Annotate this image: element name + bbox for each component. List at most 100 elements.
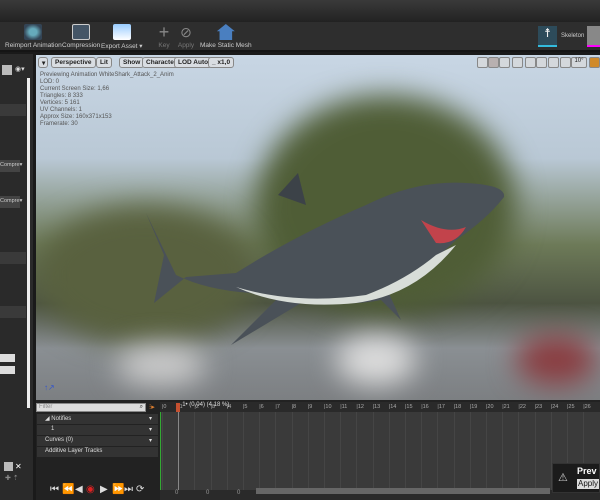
scrollbar[interactable] <box>27 78 30 408</box>
playback-speed-button[interactable]: _ x1,0 <box>208 57 235 68</box>
range-end[interactable]: 0 <box>237 490 240 496</box>
search-icon: ⌕ <box>139 404 143 410</box>
tick-label: |0 <box>162 404 167 410</box>
mesh-mode-button[interactable] <box>587 26 600 47</box>
play-reverse-button[interactable]: ◀ <box>75 484 83 495</box>
compression-dropdown-2[interactable]: Compre▾ <box>0 196 22 208</box>
gridline <box>307 412 309 490</box>
grid-icon[interactable] <box>2 65 12 75</box>
skeleton-label: Skeleton <box>561 33 585 39</box>
scale-tool-button[interactable] <box>499 57 510 68</box>
viewport-options-button[interactable]: ▾ <box>38 57 48 68</box>
track-notify-1[interactable]: 1 ▾ <box>37 425 158 435</box>
gridline <box>226 412 228 490</box>
tick-label: |15 <box>405 404 413 410</box>
tick-label: |25 <box>567 404 575 410</box>
tick-label: |24 <box>550 404 559 410</box>
move-arrows-icon[interactable]: ✚ ⇡ <box>5 474 19 482</box>
compression-dropdown[interactable]: Compre▾ <box>0 160 22 172</box>
loop-button[interactable]: ⟳ <box>136 484 144 495</box>
gridline <box>162 412 163 490</box>
skip-to-start-button[interactable]: ⏮ <box>50 484 59 495</box>
tick-label: |7 <box>275 404 280 410</box>
gridline <box>243 412 244 490</box>
surface-snap-button[interactable] <box>525 57 536 68</box>
skeleton-mode-button[interactable]: ☨ <box>538 26 557 47</box>
filter-input[interactable]: Filter ⌕ <box>36 403 146 412</box>
playhead[interactable] <box>176 403 181 412</box>
tick-label: |17 <box>437 404 445 410</box>
make-static-mesh-button[interactable]: Make Static Mesh <box>200 24 252 49</box>
close-icon[interactable]: ✕ <box>15 462 22 471</box>
lit-button[interactable]: Lit <box>96 57 112 68</box>
tick-label: |9 <box>307 404 313 410</box>
angle-snap-button[interactable] <box>560 57 571 68</box>
tick-label: |19 <box>469 404 478 410</box>
preview-notification: ⚠ Prev Apply <box>552 463 600 493</box>
record-button[interactable]: ◉ <box>86 484 95 495</box>
track-additive-layers[interactable]: Additive Layer Tracks <box>37 447 158 457</box>
reimport-animation-button[interactable]: Reimport Animation <box>5 24 62 49</box>
range-start[interactable]: 0 <box>175 490 178 496</box>
show-button[interactable]: Show <box>119 57 145 68</box>
track-notifies[interactable]: ◢ Notifies ▾ <box>37 414 158 424</box>
panel-row <box>0 306 26 318</box>
skeleton-icon: ☨ <box>544 26 551 40</box>
asset-picker-2[interactable] <box>0 366 15 374</box>
apply-notification-button[interactable]: Apply <box>577 479 600 489</box>
gridline <box>534 412 536 490</box>
step-forward-button[interactable]: ⏩ <box>112 484 124 495</box>
viewport[interactable]: ▾ Perspective Lit Show Character LOD Aut… <box>36 55 600 400</box>
asset-picker[interactable] <box>0 354 15 362</box>
gridline <box>405 412 406 490</box>
tick-label: |18 <box>453 404 462 410</box>
world-local-button[interactable] <box>512 57 523 68</box>
add-item-button[interactable] <box>4 462 13 471</box>
snap-toggle-button[interactable] <box>548 57 559 68</box>
gridline <box>388 412 390 490</box>
export-asset-button[interactable]: Export Asset ▾ <box>101 24 143 50</box>
angle-snap-value[interactable]: 10° <box>571 57 587 68</box>
shark-model <box>146 173 505 345</box>
play-button[interactable]: ▶ <box>100 484 108 495</box>
tick-label: |11 <box>340 404 348 410</box>
tick-label: |8 <box>291 404 297 410</box>
grid-snap-button[interactable] <box>536 57 547 68</box>
range-mid[interactable]: 0 <box>206 490 209 496</box>
compression-button[interactable]: Compression <box>62 24 100 49</box>
translate-tool-button[interactable] <box>477 57 488 68</box>
asset-toolbar: Reimport Animation Compression Export As… <box>0 22 600 52</box>
tick-label: |6 <box>259 404 264 410</box>
tick-label: |5 <box>243 404 248 410</box>
compression-icon <box>72 24 91 40</box>
track-curves[interactable]: Curves (0) ▾ <box>37 436 158 446</box>
reimport-icon <box>24 24 43 40</box>
notification-title: Prev <box>577 466 597 476</box>
gridline <box>259 412 261 490</box>
eye-icon[interactable]: ◉▾ <box>15 65 25 73</box>
gridline <box>210 412 212 490</box>
tick-label: |16 <box>421 404 429 410</box>
skip-to-end-button[interactable]: ⏭ <box>124 484 133 495</box>
start-marker <box>160 402 161 490</box>
gridline <box>340 412 342 490</box>
export-icon <box>112 24 131 40</box>
lod-button[interactable]: LOD Auto <box>174 57 213 68</box>
playhead-label: 1• (0,04) (4,18 %) <box>182 402 230 408</box>
timeline-scrollbar[interactable] <box>256 488 550 494</box>
tick-label: |13 <box>372 404 381 410</box>
step-back-button[interactable]: ⏪ <box>62 484 74 495</box>
checkmark-icon: ⊘ <box>180 24 192 40</box>
gridline <box>324 412 325 490</box>
perspective-button[interactable]: Perspective <box>51 57 96 68</box>
gridline <box>437 412 439 490</box>
rotate-tool-button[interactable] <box>488 57 499 68</box>
tick-label: |20 <box>486 404 494 410</box>
apply-button[interactable]: ⊘ Apply <box>177 24 195 49</box>
gridline <box>275 412 277 490</box>
key-button[interactable]: + Key <box>155 23 173 49</box>
camera-speed-button[interactable] <box>589 57 600 68</box>
playhead-line <box>178 412 180 490</box>
notify-add-icon[interactable]: ⁝▸ <box>149 403 155 411</box>
gridline <box>356 412 358 490</box>
